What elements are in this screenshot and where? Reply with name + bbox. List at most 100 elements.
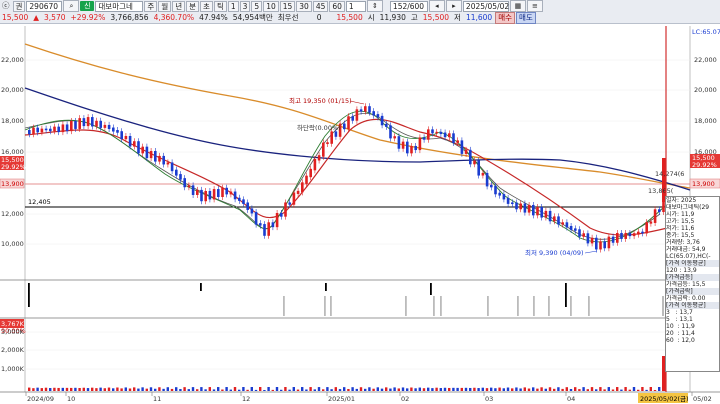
signal-bar-black bbox=[565, 283, 567, 307]
candle-body bbox=[217, 189, 220, 197]
info-row-high: 고가: 15,5 bbox=[666, 218, 695, 225]
volume-bar bbox=[280, 389, 283, 391]
volume-bar bbox=[515, 387, 518, 391]
price-tag-left-pct: 29.92% bbox=[1, 163, 26, 171]
volume-bar bbox=[645, 389, 648, 391]
volume-bar bbox=[95, 388, 98, 391]
candle-body bbox=[250, 208, 254, 214]
candle-body bbox=[616, 232, 619, 243]
candle-body bbox=[359, 109, 363, 112]
x-axis-labels: 2024/09 10 11 12 2025/01 02 03 04 05/02 bbox=[25, 392, 712, 403]
volume-bar bbox=[175, 387, 178, 391]
info-section-surge: [가격급등] bbox=[666, 274, 719, 281]
candle-body bbox=[116, 130, 119, 133]
candle-body bbox=[229, 191, 233, 195]
candle-body bbox=[372, 111, 375, 116]
candle-body bbox=[641, 231, 644, 234]
y-label-left: 16,000 bbox=[1, 148, 24, 156]
candle-body bbox=[107, 124, 111, 130]
candle-body bbox=[44, 128, 48, 131]
candle-body bbox=[464, 149, 468, 154]
volume-bar bbox=[406, 388, 409, 391]
volume-bar bbox=[653, 389, 657, 391]
volume-bar bbox=[456, 387, 459, 391]
x-label: 2025/01 bbox=[328, 395, 355, 403]
volume-bar bbox=[473, 387, 476, 391]
candle-body bbox=[578, 229, 581, 237]
volume-bar bbox=[200, 387, 203, 391]
candle-body bbox=[355, 109, 359, 121]
volume-bar bbox=[565, 387, 568, 391]
candle-body bbox=[506, 197, 510, 204]
volume-bar bbox=[540, 387, 543, 391]
volume-bar bbox=[477, 388, 480, 391]
volume-bar bbox=[389, 388, 392, 391]
volume-bar bbox=[28, 387, 31, 391]
volume-bar bbox=[578, 389, 581, 391]
candle-body bbox=[175, 169, 178, 176]
candle-body bbox=[637, 231, 640, 235]
candle-body bbox=[284, 202, 287, 217]
candle-body bbox=[137, 141, 140, 154]
candle-body bbox=[658, 209, 661, 213]
candle-body bbox=[40, 128, 44, 133]
volume-bar bbox=[183, 387, 186, 391]
candle-body bbox=[582, 233, 585, 237]
volume-bar bbox=[385, 387, 388, 391]
volume-bar bbox=[632, 387, 636, 391]
volume-bar bbox=[116, 387, 119, 391]
candle-body bbox=[557, 216, 560, 225]
chart-canvas[interactable]: 22,000 22,000 20,000 20,000 18,000 18,000 16,0… bbox=[0, 0, 720, 404]
volume-bar bbox=[326, 387, 329, 391]
info-row-close: 종가: 15,5 bbox=[666, 232, 695, 239]
x-label: 11 bbox=[153, 395, 161, 403]
candle-body bbox=[158, 155, 161, 162]
candle-body bbox=[296, 190, 300, 194]
volume-bar bbox=[301, 387, 304, 391]
volume-bar bbox=[322, 389, 325, 391]
volume-bar bbox=[544, 388, 547, 391]
candle-body bbox=[128, 135, 132, 147]
candle-body bbox=[490, 184, 493, 188]
volume-bar bbox=[414, 388, 417, 391]
signal-bar-gray bbox=[405, 296, 407, 316]
candle-body bbox=[401, 141, 405, 149]
y-label-left: 12,000 bbox=[1, 210, 24, 218]
candle-body bbox=[599, 241, 602, 250]
signal-bar-black bbox=[200, 283, 202, 291]
info-row-plunge: 가격급락: 0.00 bbox=[666, 295, 706, 302]
volume-bar bbox=[569, 389, 573, 391]
volume-bar bbox=[70, 387, 73, 391]
volume-bar bbox=[481, 387, 484, 391]
volume-bar bbox=[250, 387, 253, 391]
info-row-low: 저가: 11,6 bbox=[666, 225, 695, 232]
high-annotation: 최고 19,350 (01/15) bbox=[289, 96, 352, 105]
volume-bar bbox=[393, 387, 396, 391]
volume-bar bbox=[112, 388, 115, 391]
candle-body bbox=[469, 149, 472, 165]
volume-bar bbox=[637, 389, 640, 391]
volume-bar bbox=[511, 388, 514, 391]
candle-body bbox=[28, 130, 31, 135]
candle-body bbox=[511, 202, 514, 205]
volume-bar bbox=[288, 389, 291, 391]
tip-annotation: 14,274(6 bbox=[655, 170, 684, 178]
volume-bar bbox=[53, 387, 56, 391]
x-label: 05/02 bbox=[693, 395, 712, 403]
candle-body bbox=[645, 222, 648, 234]
candle-body bbox=[196, 189, 199, 195]
volume-bar bbox=[620, 389, 623, 391]
candle-body bbox=[565, 222, 569, 228]
volume-bar bbox=[338, 389, 342, 391]
volume-bar bbox=[246, 389, 249, 391]
volume-bar bbox=[271, 389, 274, 391]
candle-body bbox=[86, 117, 90, 127]
volume-bar bbox=[191, 387, 195, 391]
volume-bar bbox=[380, 388, 384, 391]
volume-bar bbox=[170, 388, 174, 391]
candle-body bbox=[65, 124, 69, 132]
candle-body bbox=[611, 236, 615, 243]
candle-body bbox=[221, 187, 224, 197]
volume-bar bbox=[431, 388, 434, 391]
candle-body bbox=[519, 203, 522, 210]
